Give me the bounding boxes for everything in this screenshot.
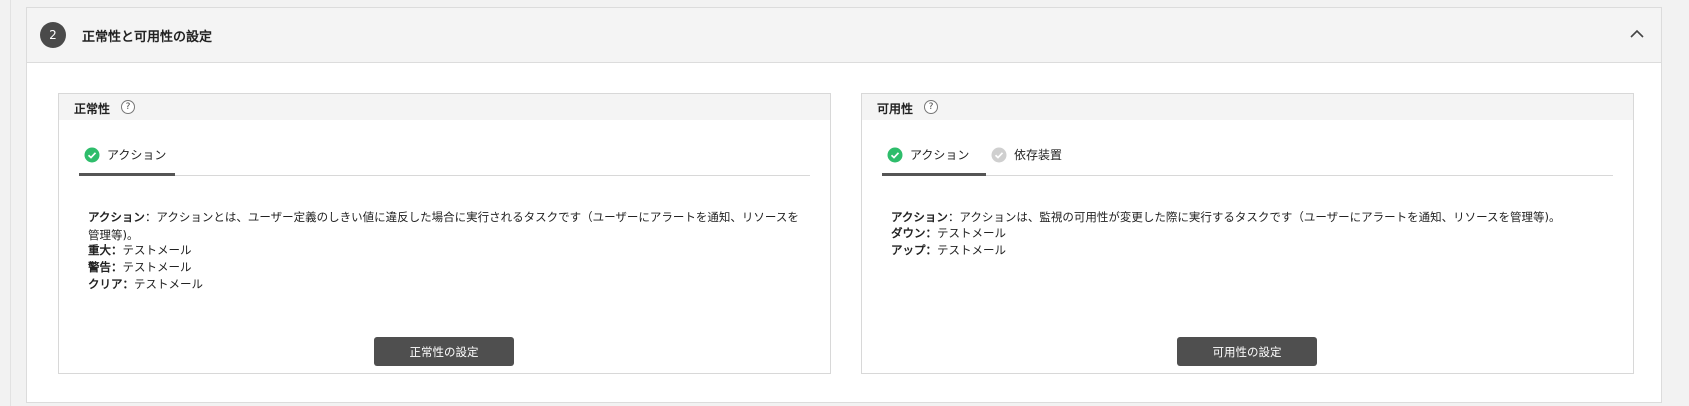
clear-label: クリア：: [88, 277, 134, 291]
health-availability-section: 2 正常性と可用性の設定 正常性 ? アクション アクション：アクションとは、ユ…: [26, 7, 1662, 403]
health-panel-title: 正常性: [74, 102, 111, 116]
health-warning-row: 警告：テストメール: [88, 258, 192, 276]
tab-availability-dependency[interactable]: 依存装置: [986, 141, 1076, 175]
left-edge-bar: [0, 0, 11, 406]
health-panel-header: 正常性 ?: [59, 94, 830, 120]
check-circle-icon: [991, 147, 1007, 163]
tab-label: 依存装置: [1014, 148, 1063, 162]
configure-availability-button[interactable]: 可用性の設定: [1177, 337, 1317, 366]
warning-value: テストメール: [122, 260, 192, 274]
step-number-badge: 2: [40, 22, 66, 48]
description-term: アクション: [891, 210, 948, 224]
health-description: アクション：アクションとは、ユーザー定義のしきい値に違反した場合に実行されるタス…: [88, 208, 800, 244]
clear-value: テストメール: [134, 277, 203, 291]
availability-panel-title: 可用性: [877, 102, 914, 116]
health-critical-row: 重大：テストメール: [88, 241, 192, 259]
tab-label: アクション: [910, 148, 970, 162]
availability-tabs: アクション 依存装置: [882, 141, 1613, 176]
up-label: アップ：: [891, 243, 937, 257]
configure-health-button[interactable]: 正常性の設定: [374, 337, 514, 366]
availability-down-row: ダウン：テストメール: [891, 224, 1006, 242]
help-icon[interactable]: ?: [121, 100, 135, 114]
tab-health-action[interactable]: アクション: [79, 141, 175, 176]
help-icon[interactable]: ?: [924, 100, 938, 114]
up-value: テストメール: [937, 243, 1006, 257]
tab-label: アクション: [107, 148, 167, 162]
health-tabs: アクション: [79, 141, 810, 176]
down-label: ダウン：: [891, 226, 937, 240]
chevron-up-icon[interactable]: [1625, 22, 1649, 46]
warning-label: 警告：: [88, 260, 123, 274]
health-panel: 正常性 ? アクション アクション：アクションとは、ユーザー定義のしきい値に違反…: [58, 93, 831, 374]
tab-availability-action[interactable]: アクション: [882, 141, 986, 176]
description-text: ：アクションとは、ユーザー定義のしきい値に違反した場合に実行されるタスクです（ユ…: [88, 210, 799, 242]
availability-up-row: アップ：テストメール: [891, 241, 1006, 259]
availability-panel: 可用性 ? アクション 依存装置 アクション：アクションは、監視の可用性が変更し…: [861, 93, 1634, 374]
health-clear-row: クリア：テストメール: [88, 275, 203, 293]
description-term: アクション: [88, 210, 145, 224]
section-header[interactable]: 2 正常性と可用性の設定: [27, 8, 1661, 63]
check-circle-icon: [887, 147, 903, 163]
critical-value: テストメール: [122, 243, 192, 257]
down-value: テストメール: [937, 226, 1006, 240]
description-text: ：アクションは、監視の可用性が変更した際に実行するタスクです（ユーザーにアラート…: [947, 210, 1561, 224]
critical-label: 重大：: [88, 243, 123, 257]
availability-panel-header: 可用性 ?: [862, 94, 1633, 120]
section-title: 正常性と可用性の設定: [82, 30, 213, 45]
check-circle-icon: [84, 147, 100, 163]
